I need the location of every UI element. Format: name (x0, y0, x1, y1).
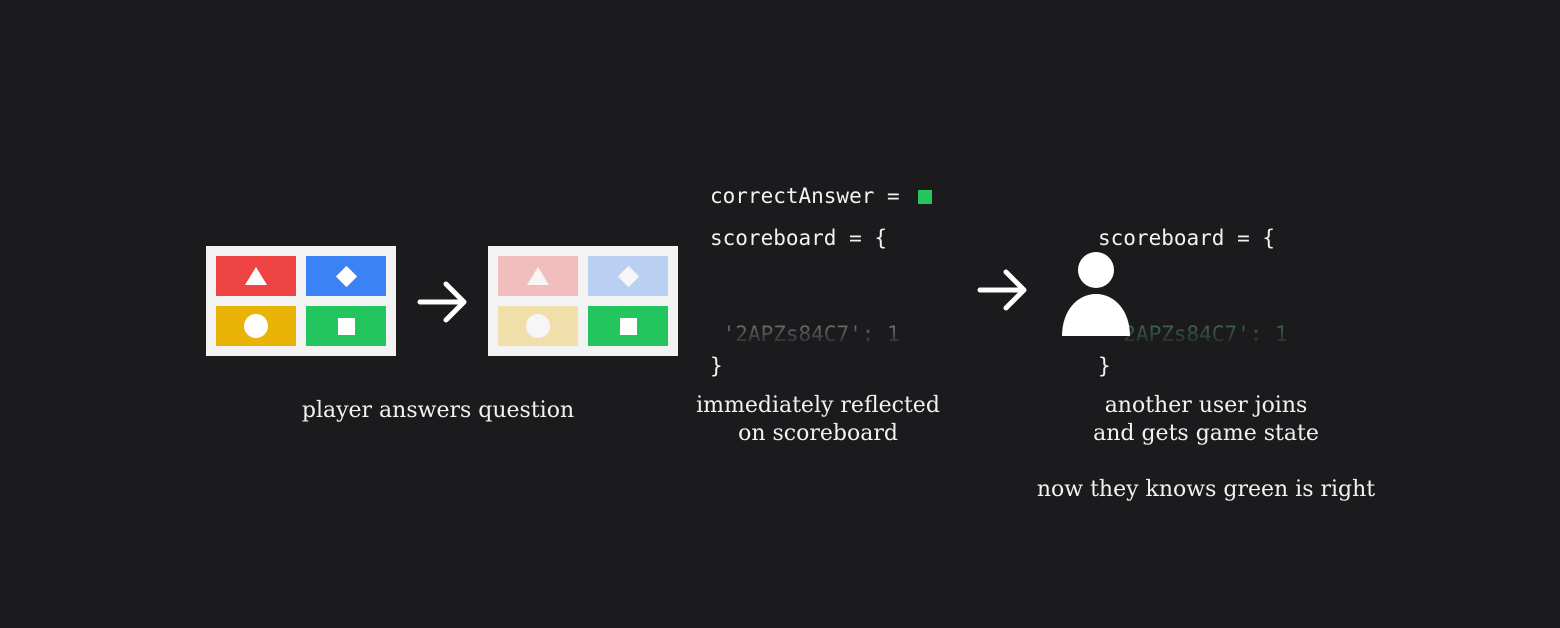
answer-tile-yellow (498, 306, 578, 346)
correct-answer-label: correctAnswer = (710, 184, 913, 208)
answer-tile-red[interactable] (216, 256, 296, 296)
scoreboard-entry: '2APZs84C7': 1 (722, 322, 900, 346)
caption-player-answers: player answers question (301, 398, 575, 423)
scoreboard-close: } (710, 354, 723, 378)
triangle-icon (527, 267, 549, 285)
scoreboard-entries: '2APZs84C7': 1 'Lk3pccDuz': 0 'EiSHhMI-A… (710, 254, 900, 350)
caption-knows-green: now they knows green is right (1036, 477, 1376, 502)
green-square-icon (918, 190, 933, 204)
scoreboard-close: } (1098, 354, 1111, 378)
answered-grid (488, 246, 678, 356)
triangle-icon (245, 267, 267, 285)
diamond-icon (617, 265, 639, 287)
square-icon (619, 317, 637, 335)
diamond-icon (335, 265, 357, 287)
square-icon (337, 317, 355, 335)
answer-tile-blue[interactable] (306, 256, 386, 296)
circle-icon (526, 314, 550, 338)
user-icon (1062, 252, 1130, 336)
arrow-right-icon (417, 281, 467, 323)
arrow-right-icon (977, 269, 1027, 311)
scoreboard-open: scoreboard = { (710, 226, 888, 250)
answer-tile-green-selected (588, 306, 668, 346)
answer-tile-green[interactable] (306, 306, 386, 346)
circle-icon (244, 314, 268, 338)
caption-reflected: immediately reflected on scoreboard (696, 393, 940, 446)
caption-another-user: another user joins and gets game state (1093, 393, 1319, 446)
answer-tile-yellow[interactable] (216, 306, 296, 346)
correct-answer-line: correctAnswer = (710, 180, 933, 212)
answer-tile-red (498, 256, 578, 296)
answer-tile-blue (588, 256, 668, 296)
answer-grid (206, 246, 396, 356)
